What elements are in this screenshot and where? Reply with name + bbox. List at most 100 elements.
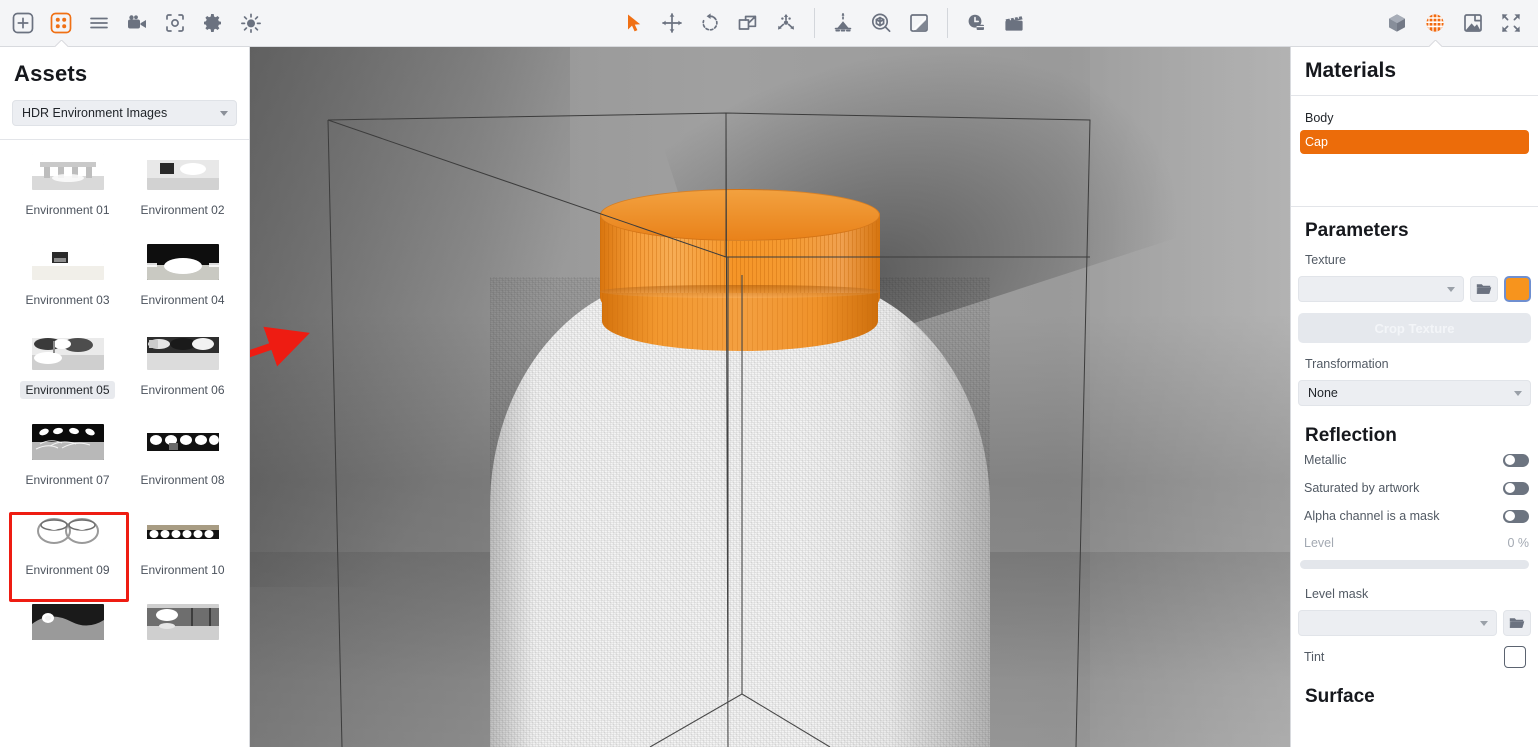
toolbar-left-group [0,0,270,46]
alpha-channel-mask-toggle[interactable] [1503,510,1529,523]
3d-viewport[interactable] [250,47,1290,747]
asset-thumbnail [147,154,219,190]
crop-texture-button[interactable]: Crop Texture [1298,313,1531,343]
material-item-cap[interactable]: Cap [1300,130,1529,154]
list-item-label: Environment 07 [20,471,114,489]
viewport-right-light-panel [1090,47,1290,747]
scale-icon[interactable] [731,6,765,40]
folder-open-icon [1476,282,1492,296]
level-mask-label: Level mask [1305,587,1368,601]
chevron-down-icon [1447,287,1455,292]
history-icon[interactable] [959,6,993,40]
rotate-icon[interactable] [693,6,727,40]
reflection-header: Reflection [1291,406,1538,446]
surface-title: Surface [1291,686,1538,708]
list-item[interactable]: Environment 03 [10,244,125,309]
alpha-mask-row: Alpha channel is a mask [1291,502,1538,530]
bottle-cap-mesh [600,189,880,354]
list-item[interactable]: Environment 08 [125,424,240,489]
alpha-channel-mask-label: Alpha channel is a mask [1304,509,1440,523]
materials-header: Materials [1291,47,1538,95]
asset-thumbnail [147,424,219,460]
list-item[interactable]: Environment 04 [125,244,240,309]
list-item[interactable]: Environment 01 [10,154,125,219]
materials-title: Materials [1291,47,1538,83]
texture-select[interactable] [1298,276,1464,302]
list-item[interactable]: Environment 10 [125,514,240,579]
list-item-label: Environment 05 [20,381,114,399]
level-mask-browse-button[interactable] [1503,610,1531,636]
level-slider[interactable] [1300,560,1529,569]
bottle-model[interactable] [460,107,1020,747]
saturated-by-artwork-toggle[interactable] [1503,482,1529,495]
metallic-row: Metallic [1291,446,1538,474]
clapperboard-icon[interactable] [997,6,1031,40]
transformation-select[interactable]: None [1298,380,1531,406]
inspect-icon[interactable] [864,6,898,40]
list-icon[interactable] [82,6,116,40]
page-image-icon[interactable] [1456,6,1490,40]
cap-lower-band [602,293,878,351]
light-studio-icon[interactable] [826,6,860,40]
cube-icon[interactable] [1380,6,1414,40]
checker-sphere-icon[interactable] [1418,6,1452,40]
chevron-down-icon [1480,621,1488,626]
camera-icon[interactable] [120,6,154,40]
tint-checkbox[interactable] [1504,646,1526,668]
asset-thumbnail [32,154,104,190]
application-window: Assets HDR Environment Images [0,0,1538,747]
level-row: Level 0 % [1291,530,1538,556]
move-icon[interactable] [655,6,689,40]
transformation-label-wrap: Transformation [1291,343,1538,373]
chevron-down-icon [1514,391,1522,396]
fullscreen-icon[interactable] [1494,6,1528,40]
toolbar-center-group [615,0,1033,46]
focus-icon[interactable] [158,6,192,40]
top-toolbar [0,0,1538,47]
level-value: 0 % [1507,536,1529,550]
gear-icon[interactable] [196,6,230,40]
saturated-by-artwork-label: Saturated by artwork [1304,481,1419,495]
asset-thumbnail [32,424,104,460]
transformation-row: None [1291,380,1538,406]
list-item-label: Environment 10 [135,561,229,579]
list-item-environment-05[interactable]: Environment 05 [10,334,125,399]
list-item-label [63,651,73,655]
materials-panel: Materials Body Cap Parameters Texture [1290,47,1538,747]
metallic-toggle[interactable] [1503,454,1529,467]
asset-category-select[interactable]: HDR Environment Images [12,100,237,126]
texture-label-wrap: Texture [1291,251,1538,269]
list-item-label: Environment 06 [135,381,229,399]
list-item[interactable]: Environment 07 [10,424,125,489]
asset-thumbnail [147,514,219,550]
chevron-down-icon [220,111,228,116]
select-arrow-icon[interactable] [617,6,651,40]
tint-row: Tint [1291,636,1538,678]
material-item-body[interactable]: Body [1300,106,1529,130]
light-icon[interactable] [234,6,268,40]
asset-thumbnail [32,244,104,280]
texture-browse-button[interactable] [1470,276,1498,302]
list-item-label [178,651,188,655]
list-item-label: Environment 02 [135,201,229,219]
add-icon[interactable] [6,6,40,40]
texture-label: Texture [1305,253,1346,267]
texture-color-swatch[interactable] [1504,276,1531,302]
list-item[interactable] [10,604,125,655]
tint-label: Tint [1304,650,1324,664]
material-item-label: Cap [1305,135,1328,149]
level-mask-select[interactable] [1298,610,1497,636]
gradient-icon[interactable] [902,6,936,40]
toolbar-divider-1 [814,8,815,38]
asset-thumbnail [32,334,104,370]
materials-list: Body Cap [1291,96,1538,154]
list-item[interactable] [125,604,240,655]
list-item[interactable]: Environment 09 [10,514,125,579]
assets-grid-icon[interactable] [44,6,78,40]
asset-thumbnail [32,514,104,550]
asset-category-value: HDR Environment Images [22,106,167,120]
list-item[interactable]: Environment 06 [125,334,240,399]
explode-icon[interactable] [769,6,803,40]
asset-thumbnail [32,604,104,640]
list-item[interactable]: Environment 02 [125,154,240,219]
